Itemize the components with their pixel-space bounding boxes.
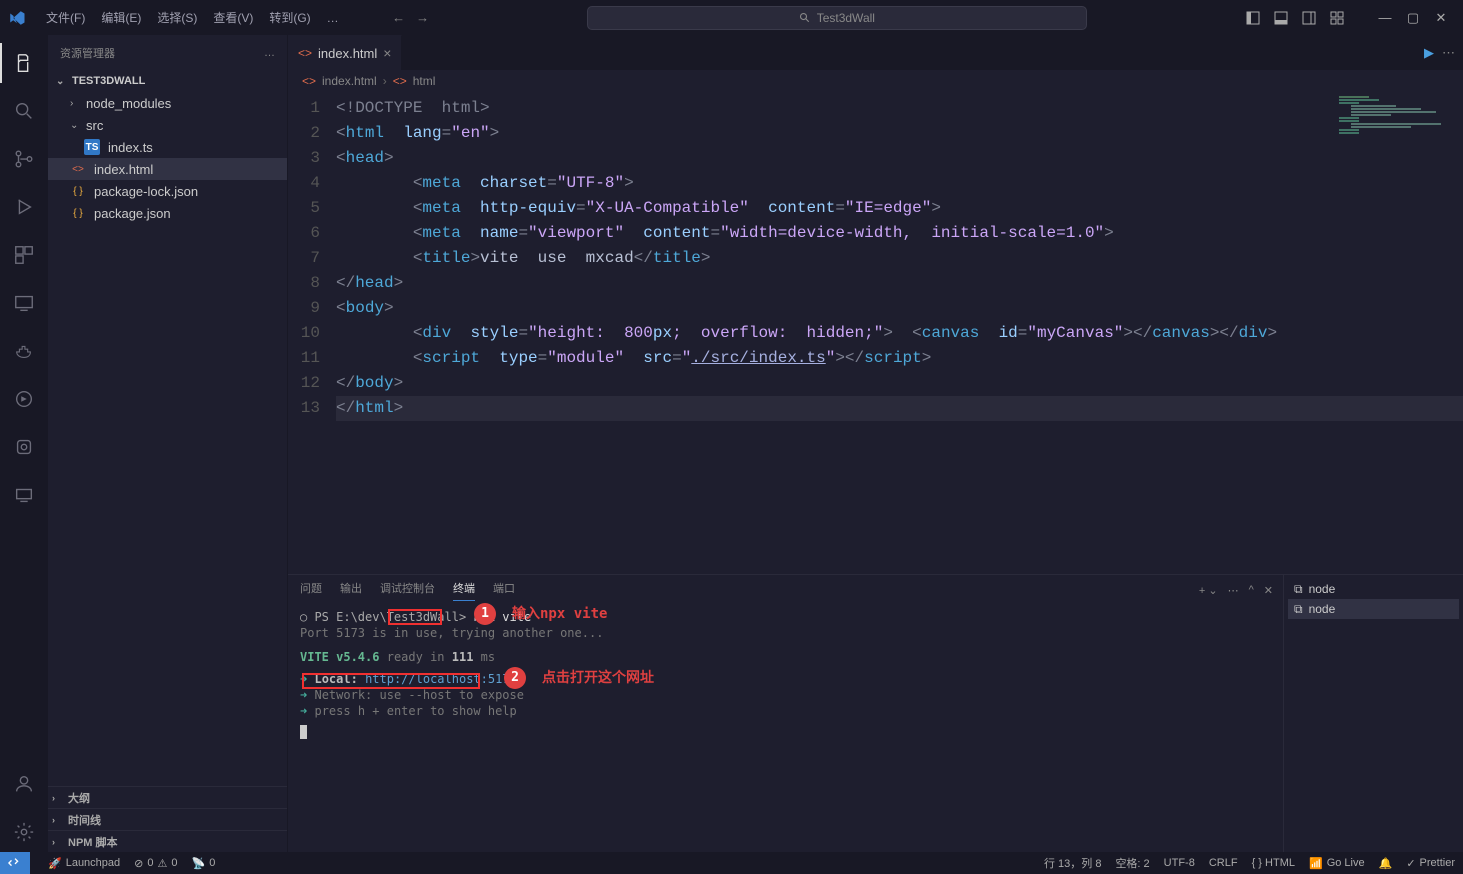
layout-left-icon[interactable] (1239, 4, 1267, 32)
activity-extensions-icon[interactable] (0, 235, 48, 275)
panel-more-icon[interactable]: ⋯ (1228, 584, 1239, 597)
panel-tab-4[interactable]: 端口 (493, 580, 515, 600)
status-spaces[interactable]: 空格: 2 (1115, 855, 1149, 871)
terminal[interactable]: 1 输入npx vite ○ PS E:\dev\Test3dWall> npx… (288, 605, 1283, 852)
panel-maximize-icon[interactable]: ^ (1249, 584, 1254, 597)
vscode-logo-icon (8, 9, 26, 27)
sidebar-section[interactable]: ›大纲 (48, 786, 287, 808)
editor-area: <> index.html × ▶ ⋯ <> index.html › <> h… (288, 35, 1463, 852)
html-icon: <> (302, 74, 316, 88)
activity-docker-icon[interactable] (0, 331, 48, 371)
editor-tabs: <> index.html × ▶ ⋯ (288, 35, 1463, 70)
chevron-right-icon: › (52, 815, 64, 825)
status-eol[interactable]: CRLF (1209, 857, 1238, 869)
status-notifications-icon[interactable]: 🔔 (1379, 857, 1393, 870)
activity-settings-icon[interactable] (0, 812, 48, 852)
sidebar-section[interactable]: ›时间线 (48, 808, 287, 830)
status-prettier[interactable]: ✓ Prettier (1406, 857, 1455, 870)
terminal-instance[interactable]: ⧉node (1288, 599, 1459, 619)
chevron-right-icon: › (52, 793, 64, 803)
sidebar: 资源管理器 … ⌄ TEST3DWALL ›node_modules⌄srcTS… (48, 35, 288, 852)
panel: 问题输出调试控制台终端端口 + ⌄ ⋯ ^ ✕ 1 输入npx vite ○ PS E:… (288, 574, 1463, 852)
tree-item-src[interactable]: ⌄src (48, 114, 287, 136)
chevron-icon: ⌄ (70, 120, 82, 131)
tab-action-icon[interactable]: ▶ (1424, 45, 1434, 61)
status-encoding[interactable]: UTF-8 (1164, 857, 1195, 869)
window-minimize[interactable]: — (1371, 4, 1399, 32)
tree-item-node_modules[interactable]: ›node_modules (48, 92, 287, 114)
menu-go[interactable]: 转到(G) (261, 5, 318, 30)
terminal-instance[interactable]: ⧉node (1288, 579, 1459, 599)
status-cursor[interactable]: 行 13，列 8 (1044, 855, 1101, 871)
tree-root[interactable]: ⌄ TEST3DWALL (48, 70, 287, 92)
status-bar: 🚀 Launchpad ⊘ 0 ⚠ 0 📡 0 行 13，列 8 空格: 2 U… (0, 852, 1463, 874)
tree-item-package-lock-json[interactable]: { }package-lock.json (48, 180, 287, 202)
activity-explorer-icon[interactable] (0, 43, 48, 83)
panel-tab-1[interactable]: 输出 (340, 580, 362, 600)
chevron-icon: › (70, 98, 82, 109)
activity-debug-icon[interactable] (0, 187, 48, 227)
tab-more-icon[interactable]: ⋯ (1442, 45, 1455, 61)
status-golive[interactable]: 📶 Go Live (1309, 857, 1365, 870)
layout-custom-icon[interactable] (1323, 4, 1351, 32)
panel-tabs: 问题输出调试控制台终端端口 + ⌄ ⋯ ^ ✕ (288, 575, 1283, 605)
tree-item-package-json[interactable]: { }package.json (48, 202, 287, 224)
activity-misc2-icon[interactable] (0, 427, 48, 467)
close-icon[interactable]: × (383, 45, 391, 61)
chevron-right-icon: › (52, 837, 64, 847)
menu-view[interactable]: 查看(V) (205, 5, 261, 30)
status-problems[interactable]: ⊘ 0 ⚠ 0 (134, 857, 177, 870)
activity-misc3-icon[interactable] (0, 475, 48, 515)
terminal-cursor (300, 725, 307, 739)
command-center[interactable]: Test3dWall (587, 6, 1087, 30)
activity-remote-icon[interactable] (0, 283, 48, 323)
status-ports[interactable]: 📡 0 (192, 857, 216, 870)
html-icon: <> (393, 74, 407, 88)
window-maximize[interactable]: ▢ (1399, 4, 1427, 32)
activity-search-icon[interactable] (0, 91, 48, 131)
menu-select[interactable]: 选择(S) (149, 5, 205, 30)
file-tree: ›node_modules⌄srcTSindex.ts<>index.html{… (48, 92, 287, 786)
chevron-down-icon: ⌄ (56, 76, 68, 87)
status-launchpad[interactable]: 🚀 Launchpad (48, 857, 120, 870)
terminal-icon: ⧉ (1294, 602, 1303, 617)
window-close[interactable]: ✕ (1427, 4, 1455, 32)
nav-back-icon[interactable]: ← (387, 6, 411, 30)
editor-content: 12345678910111213 <!DOCTYPE html><html l… (288, 92, 1463, 574)
remote-indicator[interactable] (0, 852, 30, 874)
tree-item-index-html[interactable]: <>index.html (48, 158, 287, 180)
menu-edit[interactable]: 编辑(E) (93, 5, 149, 30)
menu-more[interactable]: … (319, 7, 347, 29)
status-language[interactable]: { } HTML (1252, 857, 1295, 869)
tab-index-html[interactable]: <> index.html × (288, 35, 402, 70)
menu-file[interactable]: 文件(F) (38, 5, 93, 30)
panel-tab-3[interactable]: 终端 (453, 580, 475, 601)
command-center-text: Test3dWall (817, 11, 875, 25)
terminal-icon: ⧉ (1294, 582, 1303, 597)
minimap[interactable] (1339, 96, 1449, 136)
sidebar-more-icon[interactable]: … (264, 47, 275, 59)
code-editor[interactable]: <!DOCTYPE html><html lang="en"><head> <m… (336, 92, 1463, 574)
sidebar-title: 资源管理器 … (48, 35, 287, 70)
layout-bottom-icon[interactable] (1267, 4, 1295, 32)
panel-tab-0[interactable]: 问题 (300, 580, 322, 600)
sidebar-section[interactable]: ›NPM 脚本 (48, 830, 287, 852)
terminal-list: ⧉node⧉node (1283, 575, 1463, 852)
layout-right-icon[interactable] (1295, 4, 1323, 32)
activity-misc1-icon[interactable] (0, 379, 48, 419)
title-bar: 文件(F) 编辑(E) 选择(S) 查看(V) 转到(G) … ← → Test… (0, 0, 1463, 35)
panel-close-icon[interactable]: ✕ (1264, 584, 1273, 597)
activity-bar (0, 35, 48, 852)
activity-scm-icon[interactable] (0, 139, 48, 179)
breadcrumb[interactable]: <> index.html › <> html (288, 70, 1463, 92)
nav-forward-icon[interactable]: → (411, 6, 435, 30)
line-numbers: 12345678910111213 (288, 92, 336, 574)
chevron-right-icon: › (383, 74, 387, 88)
tree-item-index-ts[interactable]: TSindex.ts (48, 136, 287, 158)
search-icon (799, 12, 811, 24)
panel-new-icon[interactable]: + ⌄ (1199, 584, 1218, 597)
activity-account-icon[interactable] (0, 764, 48, 804)
html-icon: <> (298, 46, 312, 60)
panel-tab-2[interactable]: 调试控制台 (380, 580, 435, 600)
